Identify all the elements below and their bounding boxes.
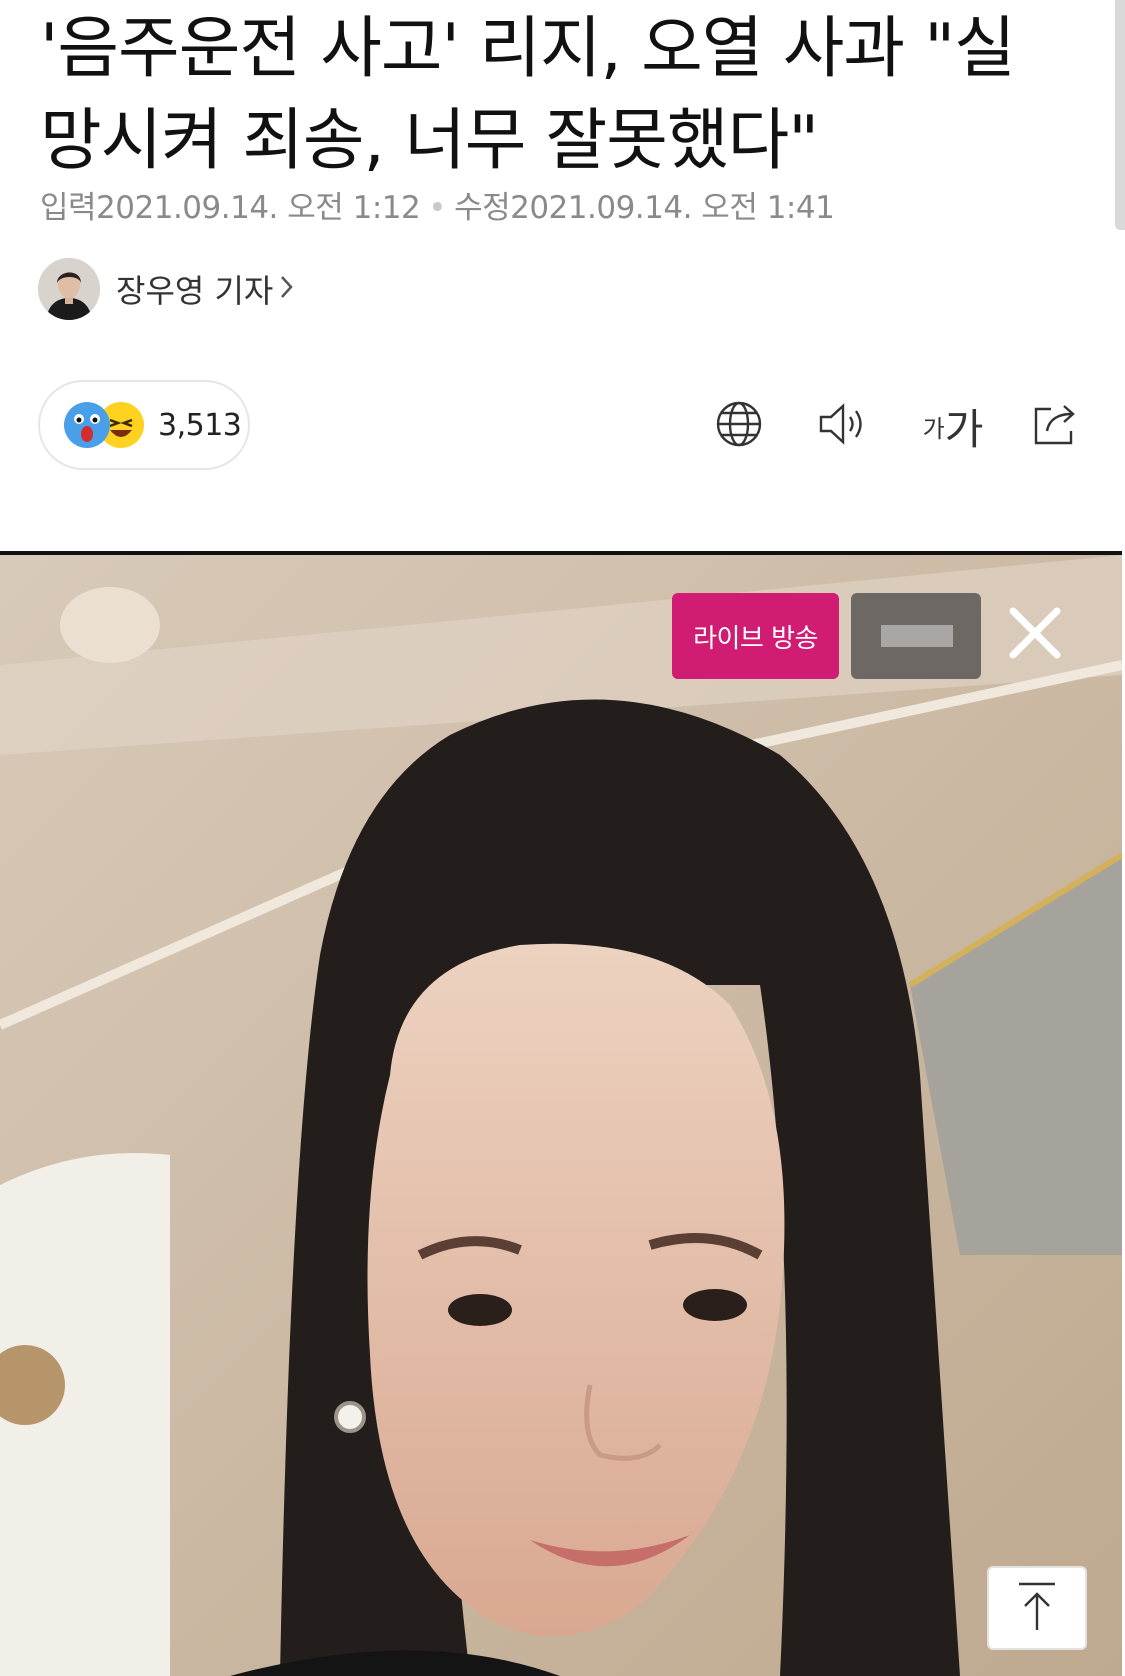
live-broadcast-badge: 라이브 방송 [672, 593, 839, 679]
scroll-to-top-button[interactable] [987, 1566, 1087, 1650]
censor-bar [881, 625, 953, 647]
close-icon [1007, 605, 1063, 661]
article-headline: '음주운전 사고' 리지, 오열 사과 "실망시켜 죄송, 너무 잘못했다" [40, 9, 1016, 179]
input-time: 2021.09.14. 오전 1:12 [96, 190, 421, 226]
font-size-small: 가 [922, 414, 945, 443]
input-label: 입력 [40, 190, 97, 226]
scrollbar[interactable] [1115, 0, 1125, 230]
modified-time: 2021.09.14. 오전 1:41 [510, 190, 835, 226]
author-link[interactable]: 장우영 기자 [38, 258, 295, 320]
speaker-icon [817, 401, 871, 451]
chevron-right-icon [279, 273, 295, 305]
surprised-face-icon [64, 402, 110, 448]
meta-separator: • [428, 190, 447, 226]
share-button[interactable] [1026, 396, 1086, 456]
reaction-count: 3,513 [158, 407, 242, 443]
author-name: 장우영 기자 [116, 272, 274, 310]
share-icon [1031, 401, 1081, 451]
modified-label: 수정 [454, 190, 511, 226]
translate-button[interactable] [709, 396, 769, 456]
arrow-up-icon [1015, 1580, 1059, 1636]
globe-icon [714, 399, 764, 453]
photo-illustration [0, 555, 1122, 1676]
article-timestamps: 입력2021.09.14. 오전 1:12 • 수정2021.09.14. 오전 1… [40, 182, 835, 227]
font-size-button[interactable]: 가가 [918, 396, 988, 456]
font-size-large: 가 [944, 404, 984, 454]
article-photo: 라이브 방송 [0, 551, 1122, 1676]
reaction-button[interactable]: 3,513 [38, 380, 250, 470]
read-aloud-button[interactable] [814, 396, 874, 456]
censored-label [851, 593, 981, 679]
author-avatar [38, 258, 100, 320]
